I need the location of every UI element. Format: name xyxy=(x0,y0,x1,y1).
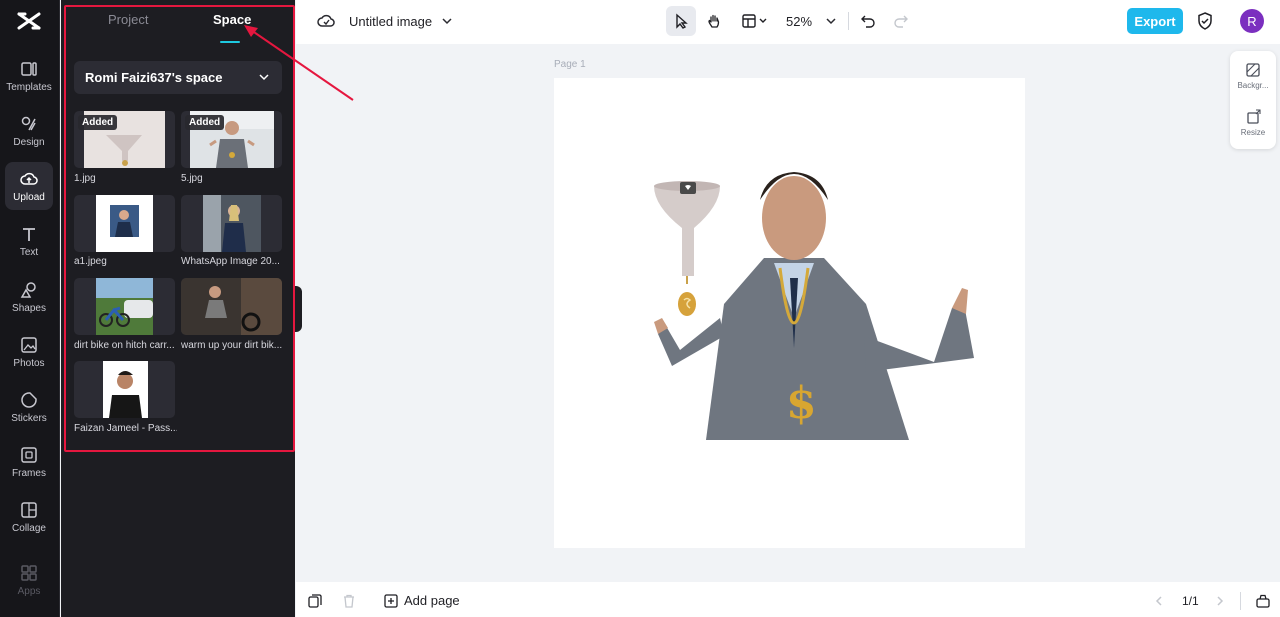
file-name: dirt bike on hitch carr... xyxy=(74,340,175,351)
undo-icon[interactable] xyxy=(860,13,876,29)
file-name: 1.jpg xyxy=(74,173,96,184)
file-name: WhatsApp Image 20... xyxy=(181,256,280,267)
added-badge: Added xyxy=(78,115,118,130)
redo-icon[interactable] xyxy=(893,13,909,29)
space-selector[interactable]: Romi Faizi637's space xyxy=(74,61,282,94)
svg-text:$: $ xyxy=(786,378,817,429)
rail-item-label: Photos xyxy=(13,357,45,369)
hand-tool-button[interactable] xyxy=(699,6,729,36)
add-page-button[interactable]: Add page xyxy=(384,593,460,608)
cloud-save-icon[interactable] xyxy=(317,12,335,30)
tab-project[interactable]: Project xyxy=(108,12,148,27)
duplicate-page-icon[interactable] xyxy=(308,594,322,608)
chevron-down-icon[interactable] xyxy=(825,15,837,27)
active-tab-indicator xyxy=(220,41,240,43)
side-tool-label: Backgr... xyxy=(1237,81,1269,90)
shield-icon[interactable] xyxy=(1197,12,1213,30)
photos-icon xyxy=(21,336,37,353)
woman-portrait-image xyxy=(96,195,153,252)
rail-item-label: Stickers xyxy=(11,412,47,424)
capcut-logo-icon[interactable] xyxy=(15,8,43,36)
export-button[interactable]: Export xyxy=(1127,8,1183,34)
design-icon xyxy=(21,116,36,130)
file-thumbnail[interactable] xyxy=(74,195,175,252)
file-thumbnail[interactable] xyxy=(74,278,175,335)
next-page-icon[interactable] xyxy=(1214,595,1226,607)
file-thumbnail[interactable] xyxy=(74,361,175,418)
side-tools: Backgr... Resize xyxy=(1230,51,1276,149)
rail-item-label: Text xyxy=(19,246,39,258)
avatar[interactable]: R xyxy=(1240,9,1264,33)
toolbox-icon[interactable] xyxy=(1256,594,1270,608)
page-indicator: 1/1 xyxy=(1182,594,1199,608)
collage-icon xyxy=(21,501,37,518)
hand-icon xyxy=(708,14,720,28)
added-badge: Added xyxy=(185,115,225,130)
garage-man-image xyxy=(181,278,282,335)
dirt-bike-image xyxy=(96,278,153,335)
rail-item-shapes[interactable]: Shapes xyxy=(5,273,53,321)
pointer-icon xyxy=(676,13,688,29)
rail-item-label: Design xyxy=(13,136,45,148)
rail-item-label: Upload xyxy=(13,191,45,203)
left-rail: Templates Design Upload Text Shapes Phot… xyxy=(0,0,60,617)
background-tool-button[interactable]: Backgr... xyxy=(1230,62,1276,90)
select-tool-button[interactable] xyxy=(666,6,696,36)
document-title[interactable]: Untitled image xyxy=(349,14,432,29)
canvas-artwork[interactable]: $ xyxy=(554,78,1025,548)
resize-icon xyxy=(1247,109,1261,124)
chevron-down-icon[interactable] xyxy=(441,15,453,27)
tab-space[interactable]: Space xyxy=(213,12,251,27)
funnel-graphic[interactable] xyxy=(654,181,720,316)
background-icon xyxy=(1246,63,1260,77)
rail-item-templates[interactable]: Templates xyxy=(5,52,53,100)
frames-icon xyxy=(21,446,37,463)
previous-page-icon[interactable] xyxy=(1153,595,1165,607)
file-thumbnail[interactable]: Added xyxy=(181,111,282,168)
rail-item-label: Templates xyxy=(6,81,52,93)
file-name: Faizan Jameel - Pass... xyxy=(74,423,177,434)
rail-item-frames[interactable]: Frames xyxy=(5,438,53,486)
shapes-icon xyxy=(20,281,36,298)
side-tool-label: Resize xyxy=(1240,128,1266,137)
add-page-label: Add page xyxy=(404,593,460,608)
woman-office-image xyxy=(203,195,261,252)
rail-item-label: Collage xyxy=(12,522,46,534)
canvas-page[interactable]: $ xyxy=(554,78,1025,548)
text-icon xyxy=(23,227,35,241)
rail-item-text[interactable]: Text xyxy=(5,217,53,265)
rail-item-photos[interactable]: Photos xyxy=(5,328,53,376)
file-name: a1.jpeg xyxy=(74,256,107,267)
rail-item-label: Apps xyxy=(17,585,41,597)
add-page-icon xyxy=(384,593,398,608)
apps-icon xyxy=(21,564,37,581)
passport-photo-image xyxy=(103,361,148,418)
file-thumbnail[interactable] xyxy=(181,278,282,335)
delete-page-icon[interactable] xyxy=(342,594,356,608)
stickers-icon xyxy=(21,391,37,408)
rail-item-collage[interactable]: Collage xyxy=(5,493,53,541)
divider xyxy=(848,12,849,30)
rail-item-upload[interactable]: Upload xyxy=(5,162,53,210)
templates-icon xyxy=(21,61,37,76)
file-name: warm up your dirt bik... xyxy=(181,340,283,351)
chevron-down-icon xyxy=(259,74,269,81)
rail-item-apps[interactable]: Apps xyxy=(5,556,53,604)
file-thumbnail[interactable] xyxy=(181,195,282,252)
file-name: 5.jpg xyxy=(181,173,203,184)
space-name: Romi Faizi637's space xyxy=(85,70,223,85)
divider xyxy=(1240,592,1241,610)
rail-item-label: Frames xyxy=(12,467,46,479)
file-thumbnail[interactable]: Added xyxy=(74,111,175,168)
layout-menu-button[interactable] xyxy=(736,6,772,36)
page-label: Page 1 xyxy=(554,59,586,70)
layout-icon xyxy=(742,14,767,28)
panel-collapse-handle[interactable] xyxy=(295,286,302,332)
zoom-level[interactable]: 52% xyxy=(786,14,812,29)
resize-tool-button[interactable]: Resize xyxy=(1230,109,1276,137)
rail-item-label: Shapes xyxy=(12,302,46,314)
upload-cloud-icon xyxy=(20,172,38,185)
rail-item-stickers[interactable]: Stickers xyxy=(5,383,53,431)
rail-item-design[interactable]: Design xyxy=(5,107,53,155)
